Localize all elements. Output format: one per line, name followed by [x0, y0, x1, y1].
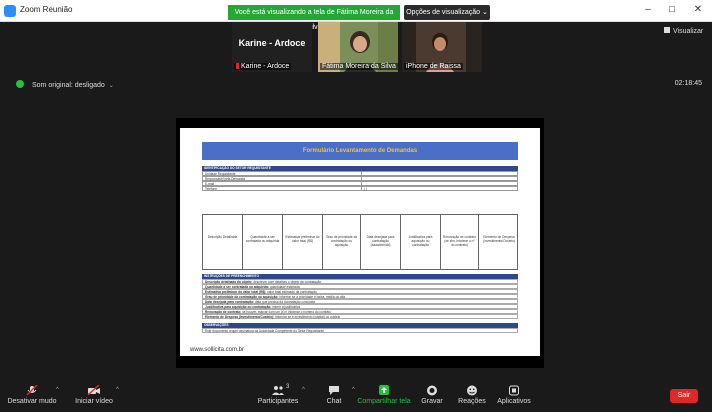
- participant-label-text: Karine - Ardoce: [241, 63, 290, 70]
- unmute-button[interactable]: Desativar mudo: [2, 382, 62, 412]
- grid-column-header: Renovação de contrato (se sim, informar …: [441, 215, 479, 269]
- participant-label: Karine - Ardoce: [234, 63, 292, 70]
- visualizar-button[interactable]: Visualizar: [664, 27, 703, 35]
- screen-share-banner: Você está visualizando a tela de Fátima …: [228, 5, 400, 31]
- minimize-button[interactable]: –: [640, 4, 656, 15]
- participant-name-display: Karine - Ardoce: [238, 38, 306, 48]
- mic-muted-icon: [236, 63, 239, 69]
- participants-count-badge: 3: [286, 384, 290, 390]
- shared-document: Formulário Levantamento de Demandas IDEN…: [180, 128, 540, 356]
- participant-label: Fátima Moreira da Silva: [320, 63, 398, 70]
- grid-column-header: Descrição Detalhada: [203, 215, 243, 269]
- website-url: www.sollicita.com.br: [190, 347, 245, 353]
- meeting-timer: 02:18:45: [674, 80, 702, 87]
- chat-label: Chat: [326, 398, 342, 405]
- video-off-icon: [87, 384, 101, 396]
- record-label: Gravar: [421, 398, 443, 405]
- chevron-down-icon: ⌄: [108, 83, 114, 89]
- participants-label: Participantes: [257, 398, 299, 405]
- shield-icon: [16, 80, 24, 88]
- share-screen-icon: [377, 385, 391, 396]
- grid-column-header: Estimativa preliminar do valor total (R$…: [283, 215, 323, 269]
- participant-tile-fatima[interactable]: Fátima Moreira da Silva: [318, 22, 398, 72]
- maximize-button[interactable]: □: [664, 4, 680, 15]
- apps-icon: [507, 385, 521, 396]
- mic-muted-icon: [25, 384, 39, 396]
- audio-options-caret[interactable]: ^: [56, 387, 59, 393]
- start-video-button[interactable]: Iniciar vídeo: [64, 382, 124, 412]
- start-video-label: Iniciar vídeo: [75, 398, 113, 405]
- close-button[interactable]: ✕: [690, 4, 706, 15]
- zoom-logo-icon: [4, 5, 16, 17]
- participants-button[interactable]: 3 Participantes: [248, 382, 308, 412]
- grid-column-header: Elemento de Despesa (Investimento/Custei…: [483, 235, 515, 243]
- smiley-icon: [465, 385, 479, 396]
- view-options-label: Opções de visualização: [406, 9, 481, 16]
- original-sound-toggle[interactable]: Som original: desligado ⌄: [16, 80, 114, 89]
- grid-column-header: Data desejada para contratação (aaaa/mm/…: [361, 215, 401, 269]
- participants-icon: [271, 385, 285, 396]
- instruction-row: Elemento de Despesa (Investimento/Custei…: [202, 314, 518, 319]
- window-title: Zoom Reunião: [20, 5, 73, 14]
- participant-tile-raissa[interactable]: iPhone de Raissa: [402, 22, 482, 72]
- document-title: Formulário Levantamento de Demandas: [202, 142, 518, 160]
- view-options-button[interactable]: Opções de visualização ⌄: [404, 5, 490, 20]
- leave-meeting-button[interactable]: Sair: [670, 389, 698, 403]
- title-bar: Zoom Reunião Você está visualizando a te…: [0, 0, 712, 31]
- original-sound-label: Som original: desligado: [32, 82, 105, 89]
- chevron-down-icon: ⌄: [482, 9, 488, 16]
- participant-tile-karine[interactable]: Karine - Ardoce Karine - Ardoce: [232, 22, 312, 72]
- demand-grid: Descrição Detalhada Quantidade a ser con…: [202, 214, 518, 270]
- unmute-label: Desativar mudo: [7, 398, 57, 405]
- apps-button[interactable]: Aplicativos: [484, 382, 544, 412]
- grid-column-header: Quantidade a ser contratada ou adquirida: [243, 215, 283, 269]
- observation-row: Este documento requer assinatura da Auto…: [202, 328, 518, 333]
- grid-column-header: Grau de prioridade da contratação ou aqu…: [323, 215, 361, 269]
- chat-icon: [327, 385, 341, 396]
- video-options-caret[interactable]: ^: [116, 387, 119, 393]
- visualizar-label: Visualizar: [673, 28, 704, 35]
- record-icon: [425, 385, 439, 396]
- zoom-window: Zoom Reunião Você está visualizando a te…: [0, 0, 712, 412]
- participant-label: iPhone de Raissa: [404, 63, 463, 70]
- grid-view-icon: [664, 27, 670, 33]
- apps-label: Aplicativos: [497, 398, 531, 405]
- grid-column-header: Justificativa para aquisição ou contrata…: [401, 215, 441, 269]
- form-row: Telefone( ): [202, 186, 518, 191]
- reactions-label: Reações: [458, 398, 486, 405]
- meeting-toolbar: Desativar mudo ^ Iniciar vídeo ^ 3 Parti…: [0, 382, 712, 412]
